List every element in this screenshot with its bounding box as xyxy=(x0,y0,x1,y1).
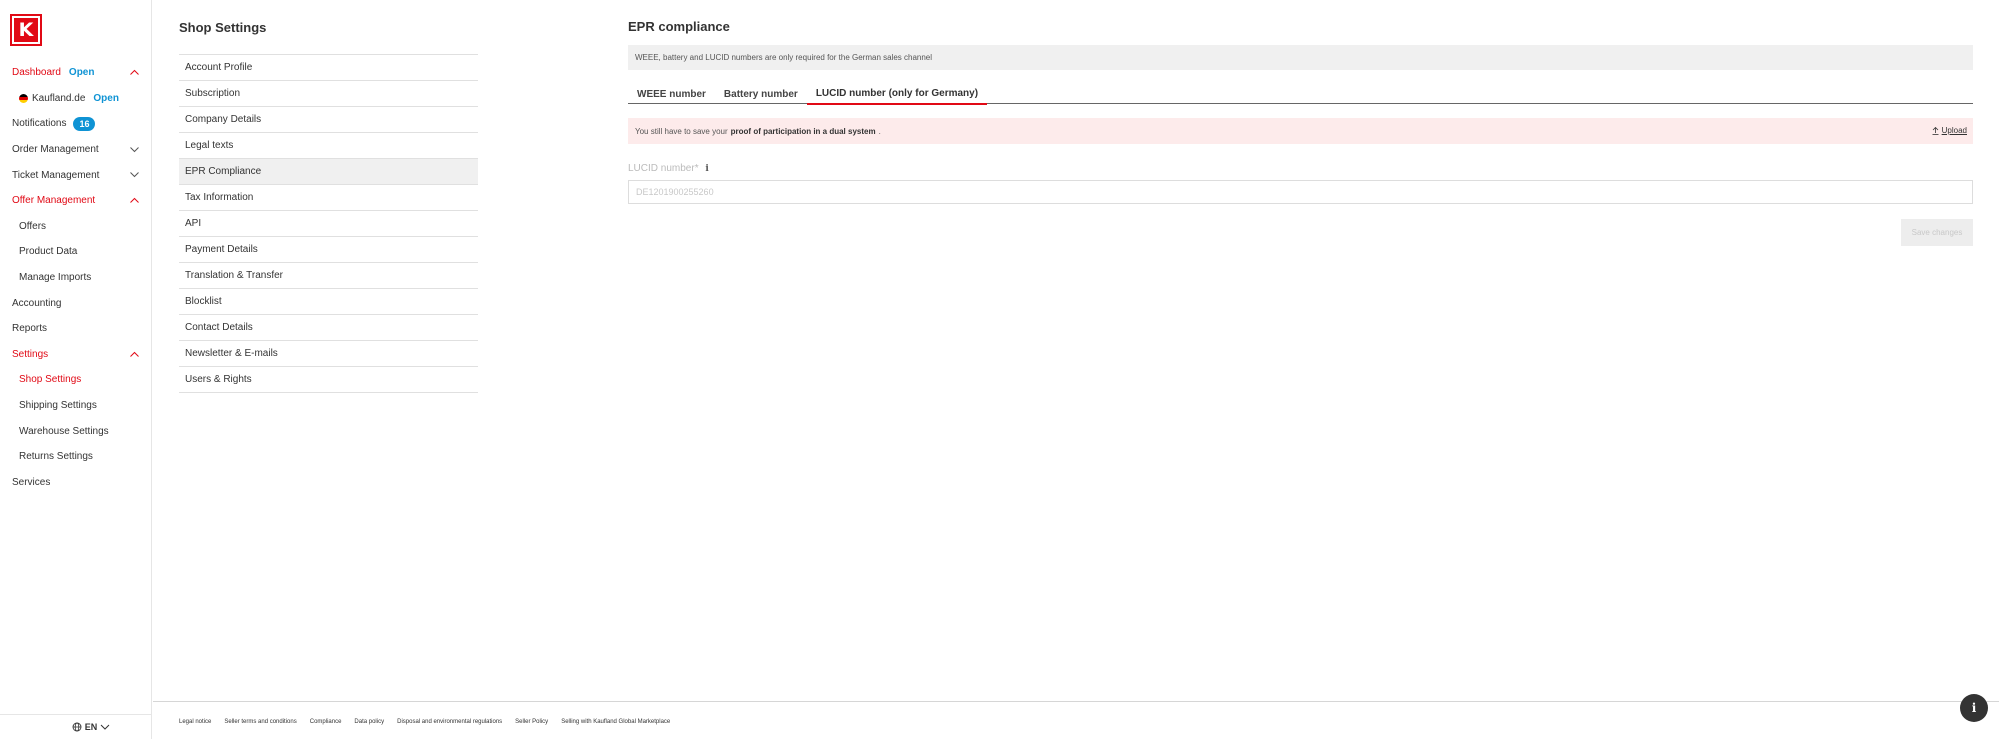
sidebar-item-label: Services xyxy=(12,476,51,488)
sidebar-item-warehouse-settings[interactable]: Warehouse Settings xyxy=(0,418,152,444)
status-label: Open xyxy=(68,67,95,79)
settings-menu-item-company-details[interactable]: Company Details xyxy=(179,107,478,133)
sidebar-item-label: Product Data xyxy=(19,246,78,258)
footer-links: Legal notice Seller terms and conditions C… xyxy=(179,719,670,725)
upload-icon xyxy=(1932,126,1939,135)
info-icon[interactable]: i xyxy=(703,163,712,174)
tab-lucid-number-only-for-germany[interactable]: LUCID number (only for Germany) xyxy=(806,84,988,105)
footer-link-seller-terms-and-conditions[interactable]: Seller terms and conditions xyxy=(224,719,296,725)
settings-menu-item-contact-details[interactable]: Contact Details xyxy=(179,315,478,341)
footer-link-disposal-and-environmental-regulations[interactable]: Disposal and environmental regulations xyxy=(397,719,502,725)
de-flag-icon xyxy=(19,93,28,103)
settings-menu-item-api[interactable]: API xyxy=(179,211,478,237)
sidebar-item-order-management[interactable]: Order Management xyxy=(0,137,152,163)
settings-menu-item-epr-compliance[interactable]: EPR Compliance xyxy=(179,159,478,185)
sidebar-item-label: Kaufland.de xyxy=(32,92,86,104)
settings-menu-item-subscription[interactable]: Subscription xyxy=(179,81,478,107)
settings-menu-item-account-profile[interactable]: Account Profile xyxy=(179,55,478,81)
settings-menu-item-tax-information[interactable]: Tax Information xyxy=(179,185,478,211)
globe-icon xyxy=(72,722,82,732)
sidebar: K Dashboard Open Kaufland.de Open Notificati… xyxy=(0,0,152,739)
sidebar-item-label: Accounting xyxy=(12,297,62,309)
footer-link-selling-with-kaufland-global-marketplace[interactable]: Selling with Kaufland Global Marketplace xyxy=(561,719,670,725)
kaufland-logo[interactable]: K xyxy=(10,14,42,46)
chevron-down-icon xyxy=(100,724,110,730)
tab-weee-number[interactable]: WEEE number xyxy=(628,84,715,104)
upload-label: Upload xyxy=(1941,126,1967,135)
notification-count-badge: 16 xyxy=(73,116,96,131)
settings-menu-item-legal-texts[interactable]: Legal texts xyxy=(179,133,478,159)
sidebar-item-accounting[interactable]: Accounting xyxy=(0,290,152,316)
settings-menu-item-payment-details[interactable]: Payment Details xyxy=(179,237,478,263)
settings-menu-item-newsletter-e-mails[interactable]: Newsletter & E-mails xyxy=(179,341,478,367)
alert-bold: proof of participation in a dual system xyxy=(730,126,876,136)
sidebar-item-label: Shop Settings xyxy=(19,374,82,386)
sidebar-nav: Dashboard Open Kaufland.de Open Notification… xyxy=(0,60,152,495)
sidebar-item-shop-settings[interactable]: Shop Settings xyxy=(0,367,152,393)
sidebar-item-label: Ticket Management xyxy=(12,169,100,181)
save-changes-button[interactable]: Save changes xyxy=(1901,219,1973,246)
sidebar-item-offers[interactable]: Offers xyxy=(0,214,152,240)
footer-link-compliance[interactable]: Compliance xyxy=(310,719,342,725)
settings-title: Shop Settings xyxy=(179,20,267,35)
info-banner: WEEE, battery and LUCID numbers are only… xyxy=(628,45,1973,70)
page-title: EPR compliance xyxy=(628,19,730,34)
settings-menu: Account Profile Subscription Company Detai… xyxy=(179,54,478,393)
sidebar-item-ticket-management[interactable]: Ticket Management xyxy=(0,162,152,188)
sidebar-item-dashboard[interactable]: Dashboard Open xyxy=(0,60,152,86)
lucid-number-label-text: LUCID number* xyxy=(628,163,699,174)
sidebar-item-notifications[interactable]: Notifications 16 xyxy=(0,111,152,137)
sidebar-item-manage-imports[interactable]: Manage Imports xyxy=(0,265,152,291)
sidebar-item-shipping-settings[interactable]: Shipping Settings xyxy=(0,393,152,419)
language-selector[interactable]: EN xyxy=(0,714,152,739)
sidebar-item-kaufland-de[interactable]: Kaufland.de Open xyxy=(0,86,152,112)
sidebar-item-label: Offer Management xyxy=(12,195,96,207)
settings-menu-item-users-rights[interactable]: Users & Rights xyxy=(179,367,478,393)
sidebar-item-label: Reports xyxy=(12,323,48,335)
info-banner-text: WEEE, battery and LUCID numbers are only… xyxy=(635,53,933,62)
alert-suffix: . xyxy=(878,126,881,136)
sidebar-item-label: Manage Imports xyxy=(19,272,92,284)
sidebar-item-label: Returns Settings xyxy=(19,451,93,463)
sidebar-item-offer-management[interactable]: Offer Management xyxy=(0,188,152,214)
chevron-up-icon[interactable] xyxy=(129,349,140,360)
sidebar-item-label: Settings xyxy=(12,348,49,360)
chevron-up-icon[interactable] xyxy=(129,195,140,206)
upload-link[interactable]: Upload xyxy=(1932,126,1967,135)
sidebar-item-label: Warehouse Settings xyxy=(19,425,109,437)
chevron-down-icon[interactable] xyxy=(129,144,140,155)
page-footer: Legal notice Seller terms and conditions C… xyxy=(153,701,1999,739)
chevron-up-icon[interactable] xyxy=(129,67,140,78)
alert-banner: You still have to save your proof of par… xyxy=(628,118,1973,144)
lucid-number-label: LUCID number* i xyxy=(628,163,712,174)
footer-link-seller-policy[interactable]: Seller Policy xyxy=(515,719,548,725)
footer-link-legal-notice[interactable]: Legal notice xyxy=(179,719,211,725)
sidebar-item-label: Notifications xyxy=(12,118,67,130)
sidebar-item-services[interactable]: Services xyxy=(0,470,152,496)
logo-letter: K xyxy=(18,18,34,41)
footer-link-data-policy[interactable]: Data policy xyxy=(354,719,384,725)
sidebar-item-returns-settings[interactable]: Returns Settings xyxy=(0,444,152,470)
logo-mark: K xyxy=(14,18,38,42)
settings-menu-item-blocklist[interactable]: Blocklist xyxy=(179,289,478,315)
sidebar-item-settings[interactable]: Settings xyxy=(0,342,152,368)
sidebar-item-label: Order Management xyxy=(12,144,99,156)
tab-bar: WEEE number Battery number LUCID number (o… xyxy=(628,84,1973,105)
sidebar-item-product-data[interactable]: Product Data xyxy=(0,239,152,265)
sidebar-item-label: Shipping Settings xyxy=(19,400,97,412)
language-label: EN xyxy=(84,722,98,732)
lucid-number-input[interactable] xyxy=(628,180,1973,204)
chevron-down-icon[interactable] xyxy=(129,169,140,180)
tab-battery-number[interactable]: Battery number xyxy=(715,84,807,104)
help-button[interactable]: i xyxy=(1960,694,1988,722)
sidebar-item-label: Dashboard xyxy=(12,67,61,79)
sidebar-item-label: Offers xyxy=(19,220,47,232)
settings-menu-item-translation-transfer[interactable]: Translation & Transfer xyxy=(179,263,478,289)
sidebar-item-reports[interactable]: Reports xyxy=(0,316,152,342)
status-label: Open xyxy=(93,92,119,104)
alert-prefix: You still have to save your xyxy=(635,126,728,136)
